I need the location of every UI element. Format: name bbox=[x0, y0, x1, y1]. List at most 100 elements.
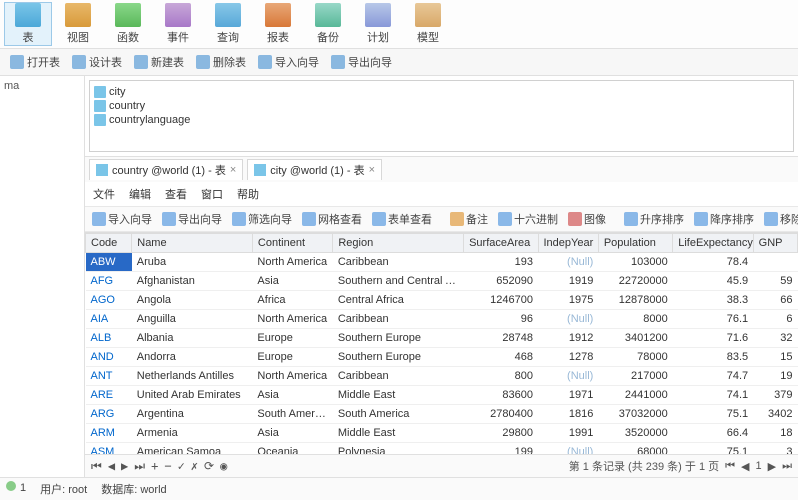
table-cell[interactable]: 45.9 bbox=[673, 272, 753, 291]
table-row[interactable]: ASMAmerican SamoaOceaniaPolynesia199(Nul… bbox=[86, 443, 798, 455]
ribbon-event-button[interactable]: 事件 bbox=[154, 2, 202, 46]
table-cell[interactable]: 19 bbox=[753, 367, 797, 386]
table-row[interactable]: ALBAlbaniaEuropeSouthern Europe287481912… bbox=[86, 329, 798, 348]
table-cell[interactable]: 8000 bbox=[598, 310, 672, 329]
ribbon-func-button[interactable]: 函数 bbox=[104, 2, 152, 46]
table-cell[interactable]: 1246700 bbox=[464, 291, 538, 310]
column-header[interactable]: IndepYear bbox=[538, 234, 598, 253]
table-cell[interactable]: 3402 bbox=[753, 405, 797, 424]
ribbon-report-button[interactable]: 报表 bbox=[254, 2, 302, 46]
table-cell[interactable]: 3401200 bbox=[598, 329, 672, 348]
toolbar-button[interactable]: 打开表 bbox=[6, 52, 64, 72]
table-cell[interactable]: Central Africa bbox=[333, 291, 464, 310]
column-header[interactable]: SurfaceArea bbox=[464, 234, 538, 253]
table-cell[interactable]: 6 bbox=[753, 310, 797, 329]
table-row[interactable]: ARMArmeniaAsiaMiddle East298001991352000… bbox=[86, 424, 798, 443]
toolbar-button[interactable]: 导出向导 bbox=[327, 52, 396, 72]
nav-first-button[interactable]: ⏮ bbox=[91, 459, 102, 474]
table-cell[interactable]: ANT bbox=[86, 367, 132, 386]
table-cell[interactable]: 37032000 bbox=[598, 405, 672, 424]
table-cell[interactable]: 1975 bbox=[538, 291, 598, 310]
inner-toolbar-button[interactable]: 升序排序 bbox=[621, 210, 687, 228]
table-cell[interactable]: AGO bbox=[86, 291, 132, 310]
table-cell[interactable]: 2780400 bbox=[464, 405, 538, 424]
table-cell[interactable]: 1912 bbox=[538, 329, 598, 348]
column-header[interactable]: GNP bbox=[753, 234, 797, 253]
table-cell[interactable]: 28748 bbox=[464, 329, 538, 348]
menu-item[interactable]: 文件 bbox=[93, 186, 115, 202]
table-cell[interactable]: Caribbean bbox=[333, 310, 464, 329]
data-grid-wrapper[interactable]: CodeNameContinentRegionSurfaceAreaIndepY… bbox=[85, 232, 798, 454]
table-row[interactable]: ARGArgentinaSouth AmericaSouth America27… bbox=[86, 405, 798, 424]
pager-prev-button[interactable]: ◀ bbox=[741, 460, 749, 473]
table-cell[interactable]: Middle East bbox=[333, 424, 464, 443]
table-cell[interactable]: 32 bbox=[753, 329, 797, 348]
nav-prev-button[interactable]: ◀ bbox=[108, 459, 115, 473]
table-cell[interactable]: Southern and Central Asi bbox=[333, 272, 464, 291]
column-header[interactable]: Continent bbox=[252, 234, 332, 253]
inner-toolbar-button[interactable]: 十六进制 bbox=[495, 210, 561, 228]
table-cell[interactable]: 652090 bbox=[464, 272, 538, 291]
table-cell[interactable]: 468 bbox=[464, 348, 538, 367]
table-cell[interactable]: ABW bbox=[86, 253, 132, 272]
table-cell[interactable]: 1991 bbox=[538, 424, 598, 443]
close-tab-icon[interactable]: × bbox=[369, 164, 375, 176]
table-cell[interactable]: Andorra bbox=[132, 348, 253, 367]
column-header[interactable]: Code bbox=[86, 234, 132, 253]
table-cell[interactable]: 75.1 bbox=[673, 405, 753, 424]
table-cell[interactable]: (Null) bbox=[538, 367, 598, 386]
nav-refresh-button[interactable]: ⟳ bbox=[204, 459, 214, 473]
table-cell[interactable]: 38.3 bbox=[673, 291, 753, 310]
column-header[interactable]: LifeExpectancy bbox=[673, 234, 753, 253]
table-cell[interactable]: 68000 bbox=[598, 443, 672, 455]
table-row[interactable]: ABWArubaNorth AmericaCaribbean193(Null)1… bbox=[86, 253, 798, 272]
column-header[interactable]: Population bbox=[598, 234, 672, 253]
inner-toolbar-button[interactable]: 图像 bbox=[565, 210, 609, 228]
inner-toolbar-button[interactable]: 导出向导 bbox=[159, 210, 225, 228]
ribbon-backup-button[interactable]: 备份 bbox=[304, 2, 352, 46]
table-cell[interactable]: North America bbox=[252, 310, 332, 329]
table-cell[interactable]: 1971 bbox=[538, 386, 598, 405]
table-cell[interactable]: Southern Europe bbox=[333, 329, 464, 348]
table-row[interactable]: AGOAngolaAfricaCentral Africa12467001975… bbox=[86, 291, 798, 310]
menu-item[interactable]: 帮助 bbox=[237, 186, 259, 202]
table-cell[interactable]: AIA bbox=[86, 310, 132, 329]
editor-tab[interactable]: city @world (1) - 表× bbox=[247, 159, 382, 180]
table-cell[interactable]: ALB bbox=[86, 329, 132, 348]
menu-item[interactable]: 编辑 bbox=[129, 186, 151, 202]
table-cell[interactable]: Afghanistan bbox=[132, 272, 253, 291]
table-cell[interactable]: Asia bbox=[252, 386, 332, 405]
table-cell[interactable]: 74.7 bbox=[673, 367, 753, 386]
table-cell[interactable]: Middle East bbox=[333, 386, 464, 405]
menu-item[interactable]: 查看 bbox=[165, 186, 187, 202]
table-cell[interactable]: 193 bbox=[464, 253, 538, 272]
table-cell[interactable]: 15 bbox=[753, 348, 797, 367]
table-cell[interactable]: 22720000 bbox=[598, 272, 672, 291]
table-cell[interactable]: 66 bbox=[753, 291, 797, 310]
table-cell[interactable]: (Null) bbox=[538, 310, 598, 329]
pager-first-button[interactable]: ⏮ bbox=[725, 460, 735, 473]
inner-toolbar-button[interactable]: 网格查看 bbox=[299, 210, 365, 228]
ribbon-sched-button[interactable]: 计划 bbox=[354, 2, 402, 46]
table-cell[interactable]: Asia bbox=[252, 272, 332, 291]
nav-stop-button[interactable]: ◉ bbox=[220, 459, 227, 473]
ribbon-model-button[interactable]: 模型 bbox=[404, 2, 452, 46]
table-cell[interactable]: (Null) bbox=[538, 443, 598, 455]
table-cell[interactable]: 83600 bbox=[464, 386, 538, 405]
ribbon-table-button[interactable]: 表 bbox=[4, 2, 52, 46]
toolbar-button[interactable]: 设计表 bbox=[68, 52, 126, 72]
table-cell[interactable]: Europe bbox=[252, 329, 332, 348]
table-cell[interactable]: Aruba bbox=[132, 253, 253, 272]
inner-toolbar-button[interactable]: 导入向导 bbox=[89, 210, 155, 228]
table-cell[interactable]: Asia bbox=[252, 424, 332, 443]
table-cell[interactable]: Armenia bbox=[132, 424, 253, 443]
table-cell[interactable]: Caribbean bbox=[333, 367, 464, 386]
inner-toolbar-button[interactable]: 移除排序 bbox=[761, 210, 798, 228]
table-cell[interactable]: 78000 bbox=[598, 348, 672, 367]
table-cell[interactable]: AFG bbox=[86, 272, 132, 291]
table-cell[interactable]: 96 bbox=[464, 310, 538, 329]
table-row[interactable]: AFGAfghanistanAsiaSouthern and Central A… bbox=[86, 272, 798, 291]
table-cell[interactable]: 71.6 bbox=[673, 329, 753, 348]
pager-next-button[interactable]: ▶ bbox=[768, 460, 776, 473]
table-cell[interactable] bbox=[753, 253, 797, 272]
